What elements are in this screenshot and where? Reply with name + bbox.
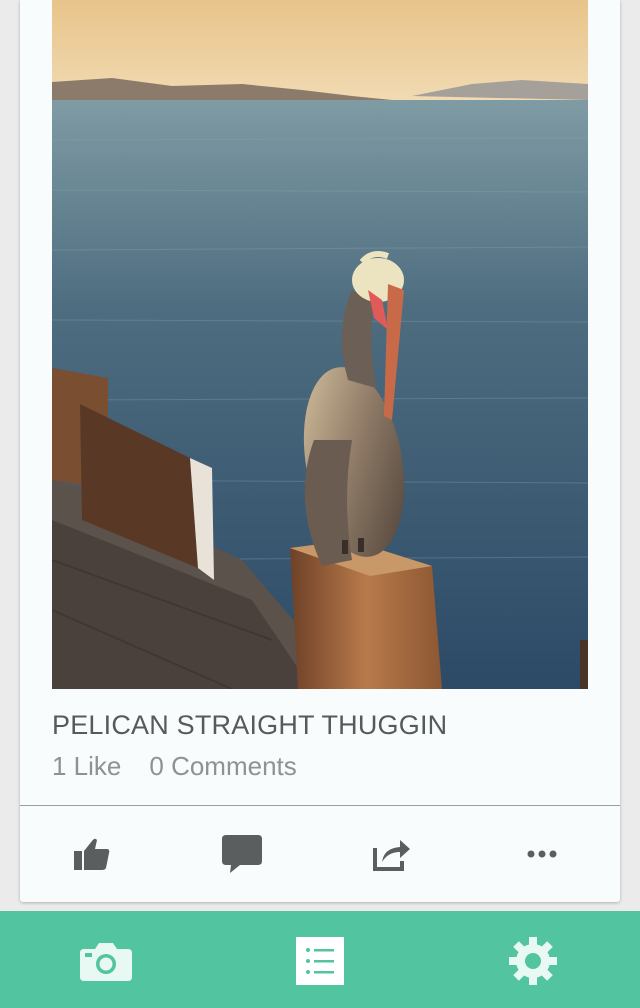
post-photo[interactable] [52,0,588,689]
post-card: PELICAN STRAIGHT THUGGIN 1 Like 0 Comment… [20,0,620,902]
share-icon [373,840,410,871]
like-button[interactable] [64,826,120,882]
divider [20,805,620,806]
like-count[interactable]: 1 Like [52,751,121,781]
tab-feed[interactable] [290,931,350,991]
tab-camera[interactable] [76,931,136,991]
post-stats: 1 Like 0 Comments [52,751,297,782]
camera-icon [80,943,132,981]
comment-count[interactable]: 0 Comments [149,751,296,781]
share-button[interactable] [364,826,420,882]
more-button[interactable] [514,826,570,882]
thumbs-up-icon [74,838,110,870]
comment-icon [222,835,262,873]
comment-button[interactable] [214,826,270,882]
tab-bar [0,911,640,1008]
list-icon [296,937,344,985]
tab-settings[interactable] [503,931,563,991]
post-title: PELICAN STRAIGHT THUGGIN [52,710,448,740]
pelican-photo [52,0,588,689]
gear-icon [509,937,557,985]
more-icon [527,850,557,858]
